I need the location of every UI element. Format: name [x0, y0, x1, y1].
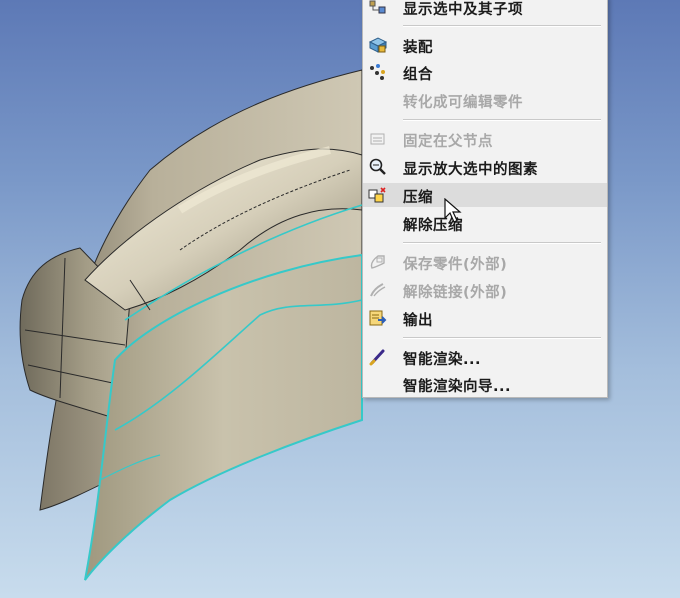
- menu-item-smart-render[interactable]: 智能渲染...: [363, 345, 607, 369]
- menu-item-unlink-external[interactable]: 解除链接(外部): [363, 278, 607, 302]
- menu-separator: [403, 25, 601, 27]
- group-icon: [368, 63, 388, 81]
- menu-item-assembly[interactable]: 装配: [363, 33, 607, 57]
- menu-item-label: 输出: [403, 313, 433, 329]
- suppress-icon: [368, 186, 388, 204]
- menu-item-export[interactable]: 输出: [363, 306, 607, 330]
- menu-item-show-selected-children[interactable]: 显示选中及其子项: [363, 0, 607, 19]
- menu-item-label: 显示放大选中的图素: [403, 162, 538, 178]
- context-menu: 显示选中及其子项 装配 组合 转化成可编辑零件 固定在父节点 显示放大选中的图素…: [362, 0, 608, 398]
- menu-item-label: 装配: [403, 40, 433, 56]
- menu-item-save-part-external[interactable]: 保存零件(外部): [363, 250, 607, 274]
- menu-item-unsuppress[interactable]: 解除压缩: [363, 211, 607, 235]
- menu-item-label: 智能渲染...: [403, 352, 482, 368]
- menu-separator: [403, 119, 601, 121]
- menu-item-smart-render-wizard[interactable]: 智能渲染向导...: [363, 372, 607, 396]
- zoom-selected-icon: [368, 158, 388, 176]
- assembly-icon: [368, 36, 388, 54]
- menu-item-group[interactable]: 组合: [363, 60, 607, 84]
- save-part-icon: [368, 253, 388, 271]
- menu-item-label: 智能渲染向导...: [403, 379, 512, 395]
- menu-item-label: 保存零件(外部): [403, 257, 508, 273]
- menu-separator: [403, 337, 601, 339]
- menu-separator: [403, 242, 601, 244]
- menu-item-label: 固定在父节点: [403, 134, 493, 150]
- menu-item-label: 转化成可编辑零件: [403, 95, 523, 111]
- mouse-cursor-icon: [444, 198, 462, 223]
- render-brush-icon: [368, 348, 388, 366]
- pin-parent-icon: [368, 130, 388, 148]
- menu-item-convert-editable-part[interactable]: 转化成可编辑零件: [363, 88, 607, 112]
- menu-item-label: 组合: [403, 67, 433, 83]
- menu-item-label: 解除链接(外部): [403, 285, 508, 301]
- menu-item-fix-to-parent[interactable]: 固定在父节点: [363, 127, 607, 151]
- menu-item-zoom-selected[interactable]: 显示放大选中的图素: [363, 155, 607, 179]
- export-icon: [368, 309, 388, 327]
- menu-item-suppress[interactable]: 压缩: [363, 183, 607, 207]
- menu-item-label: 显示选中及其子项: [403, 2, 523, 18]
- unlink-icon: [368, 281, 388, 299]
- tree-children-icon: [368, 0, 388, 16]
- menu-item-label: 压缩: [403, 190, 433, 206]
